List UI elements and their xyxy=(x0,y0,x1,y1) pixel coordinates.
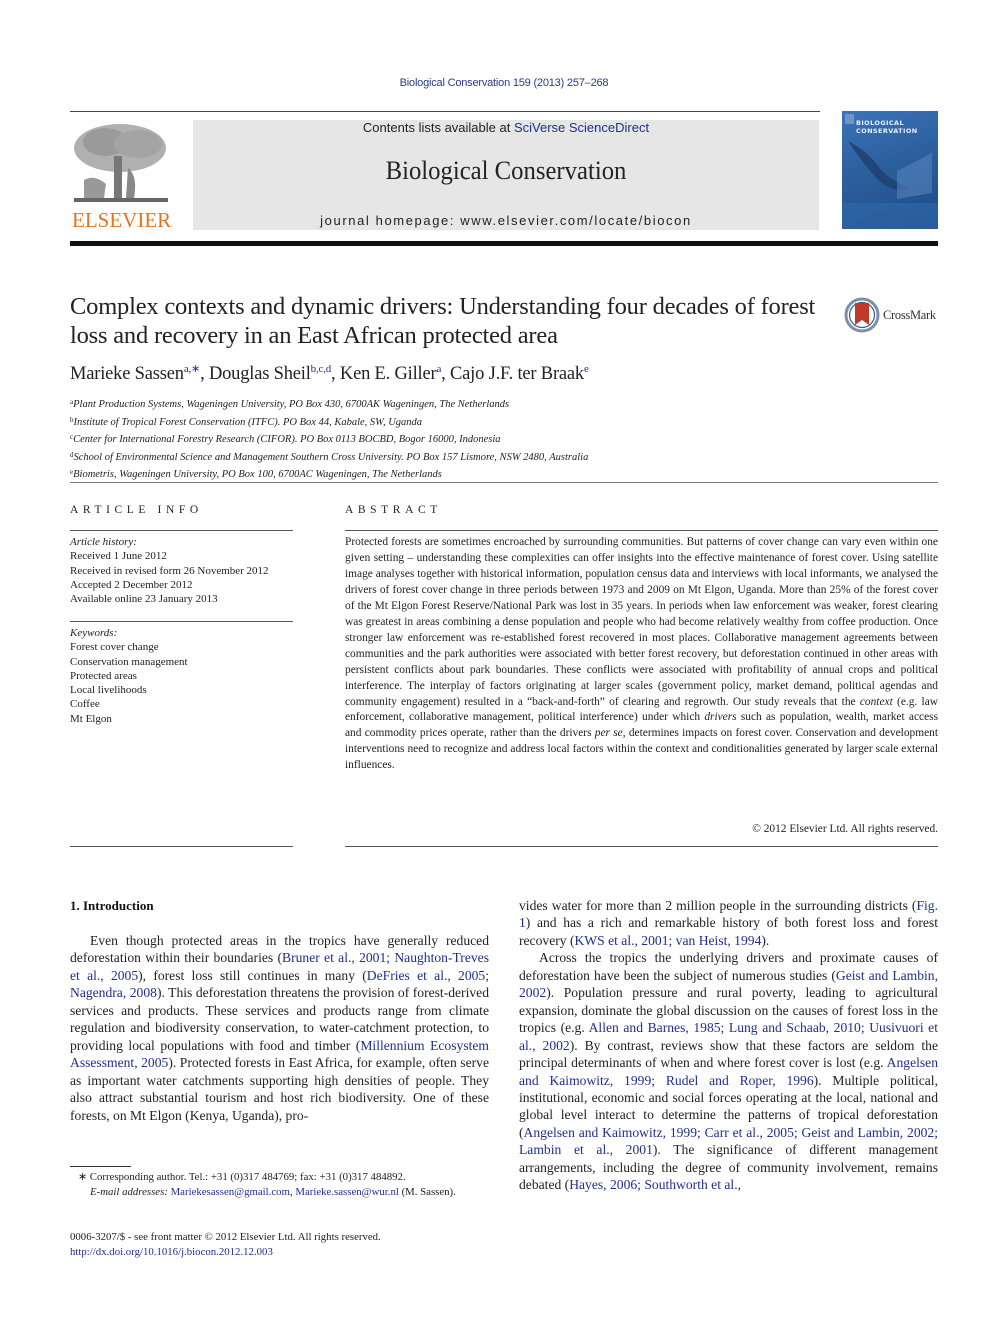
history-item: Accepted 2 December 2012 xyxy=(70,578,193,591)
abstract-text: Protected forests are sometimes encroach… xyxy=(345,536,939,772)
journal-cover[interactable]: BIOLOGICAL CONSERVATION xyxy=(842,111,938,229)
header-thick-divider xyxy=(70,241,938,246)
affiliation-item: cCenter for International Forestry Resea… xyxy=(70,433,501,446)
crossmark-label: CrossMark xyxy=(883,307,936,322)
affiliation-item: dSchool of Environmental Science and Man… xyxy=(70,450,589,463)
body-text: ). By contrast, reviews show that these … xyxy=(519,1037,938,1071)
abstract-bottom-divider xyxy=(345,846,938,847)
body-text: vides water for more than 2 million peop… xyxy=(519,898,917,913)
sciencedirect-link[interactable]: SciVerse ScienceDirect xyxy=(514,120,649,135)
article-history: Article history: Received 1 June 2012 Re… xyxy=(70,535,293,606)
crossmark-badge[interactable]: CrossMark xyxy=(844,297,942,333)
author-sup[interactable]: a xyxy=(436,363,441,375)
body-text: ), forest loss still continues in many ( xyxy=(138,967,367,983)
abstract-copyright: © 2012 Elsevier Ltd. All rights reserved… xyxy=(752,823,938,835)
elsevier-logo[interactable]: ELSEVIER xyxy=(70,120,174,232)
doi-link[interactable]: http://dx.doi.org/10.1016/j.biocon.2012.… xyxy=(70,1246,273,1258)
body-text: ). xyxy=(761,932,770,948)
abstract-heading: ABSTRACT xyxy=(345,504,442,516)
author-name[interactable]: Cajo J.F. ter Braak xyxy=(450,364,584,384)
keyword-item: Local livelihoods xyxy=(70,684,147,697)
corresponding-footnote: ∗ Corresponding author. Tel.: +31 (0)317… xyxy=(78,1171,456,1198)
affiliation-item: aPlant Production Systems, Wageningen Un… xyxy=(70,398,510,410)
footnote-rule xyxy=(70,1166,131,1167)
intro-paragraph: Across the tropics the underlying driver… xyxy=(519,949,938,1193)
author-name[interactable]: Ken E. Giller xyxy=(340,364,437,384)
journal-citation[interactable]: Biological Conservation 159 (2013) 257–2… xyxy=(0,77,992,89)
email-link[interactable]: Marieke.sassen@wur.nl xyxy=(295,1186,399,1198)
section-divider xyxy=(70,482,938,483)
author-list: Marieke Sassena,∗, Douglas Sheilb,c,d, K… xyxy=(70,363,589,384)
contents-line: Contents lists available at SciVerse Sci… xyxy=(362,120,650,135)
svg-text:ELSEVIER: ELSEVIER xyxy=(72,208,171,232)
author-sup[interactable]: a,∗ xyxy=(184,363,200,375)
citation-link[interactable]: KWS et al., 2001; van Heist, 1994 xyxy=(574,933,761,948)
affiliation-item: bInstitute of Tropical Forest Conservati… xyxy=(70,415,423,428)
intro-column-1: Even though protected areas in the tropi… xyxy=(70,932,489,1124)
keyword-item: Coffee xyxy=(70,698,100,711)
front-matter: 0006-3207/$ - see front matter © 2012 El… xyxy=(70,1230,489,1259)
issn-line: 0006-3207/$ - see front matter © 2012 El… xyxy=(70,1231,381,1243)
author-name[interactable]: Marieke Sassen xyxy=(70,364,184,384)
history-item: Available online 23 January 2013 xyxy=(70,593,218,606)
cover-title: BIOLOGICAL CONSERVATION xyxy=(856,119,918,135)
history-label: Article history: xyxy=(70,536,137,548)
crossmark-icon xyxy=(844,297,880,333)
article-info-bottom-divider xyxy=(70,846,293,847)
citation-link[interactable]: Hayes, 2006; Southworth et al., xyxy=(569,1177,741,1192)
keyword-item: Protected areas xyxy=(70,669,137,682)
keyword-item: Mt Elgon xyxy=(70,712,112,725)
keyword-item: Conservation management xyxy=(70,655,188,668)
history-item: Received 1 June 2012 xyxy=(70,550,167,563)
journal-name: Biological Conservation xyxy=(385,156,627,185)
affiliations: aPlant Production Systems, Wageningen Un… xyxy=(70,395,588,483)
keywords-divider xyxy=(70,621,293,622)
header-divider xyxy=(70,111,820,112)
keywords: Keywords: Forest cover change Conservati… xyxy=(70,626,293,726)
intro-paragraph: vides water for more than 2 million peop… xyxy=(519,897,938,949)
author-sup[interactable]: e xyxy=(584,363,589,375)
affiliation-item: eBiometris, Wageningen University, PO Bo… xyxy=(70,468,442,481)
abstract-divider xyxy=(345,530,938,531)
keyword-item: Forest cover change xyxy=(70,641,159,654)
history-item: Received in revised form 26 November 201… xyxy=(70,564,269,577)
article-info-heading: ARTICLE INFO xyxy=(70,504,203,516)
elsevier-tree-icon: ELSEVIER xyxy=(72,122,171,232)
introduction-heading: 1. Introduction xyxy=(70,898,154,913)
email-link[interactable]: Mariekesassen@gmail.com xyxy=(171,1186,290,1198)
intro-column-2: vides water for more than 2 million peop… xyxy=(519,897,938,1194)
keywords-label: Keywords: xyxy=(70,627,118,639)
journal-homepage[interactable]: journal homepage: www.elsevier.com/locat… xyxy=(193,213,819,228)
article-title: Complex contexts and dynamic drivers: Un… xyxy=(70,293,816,349)
author-sup[interactable]: b,c,d xyxy=(311,363,332,375)
article-info-divider xyxy=(70,530,293,531)
author-name[interactable]: Douglas Sheil xyxy=(209,364,311,384)
